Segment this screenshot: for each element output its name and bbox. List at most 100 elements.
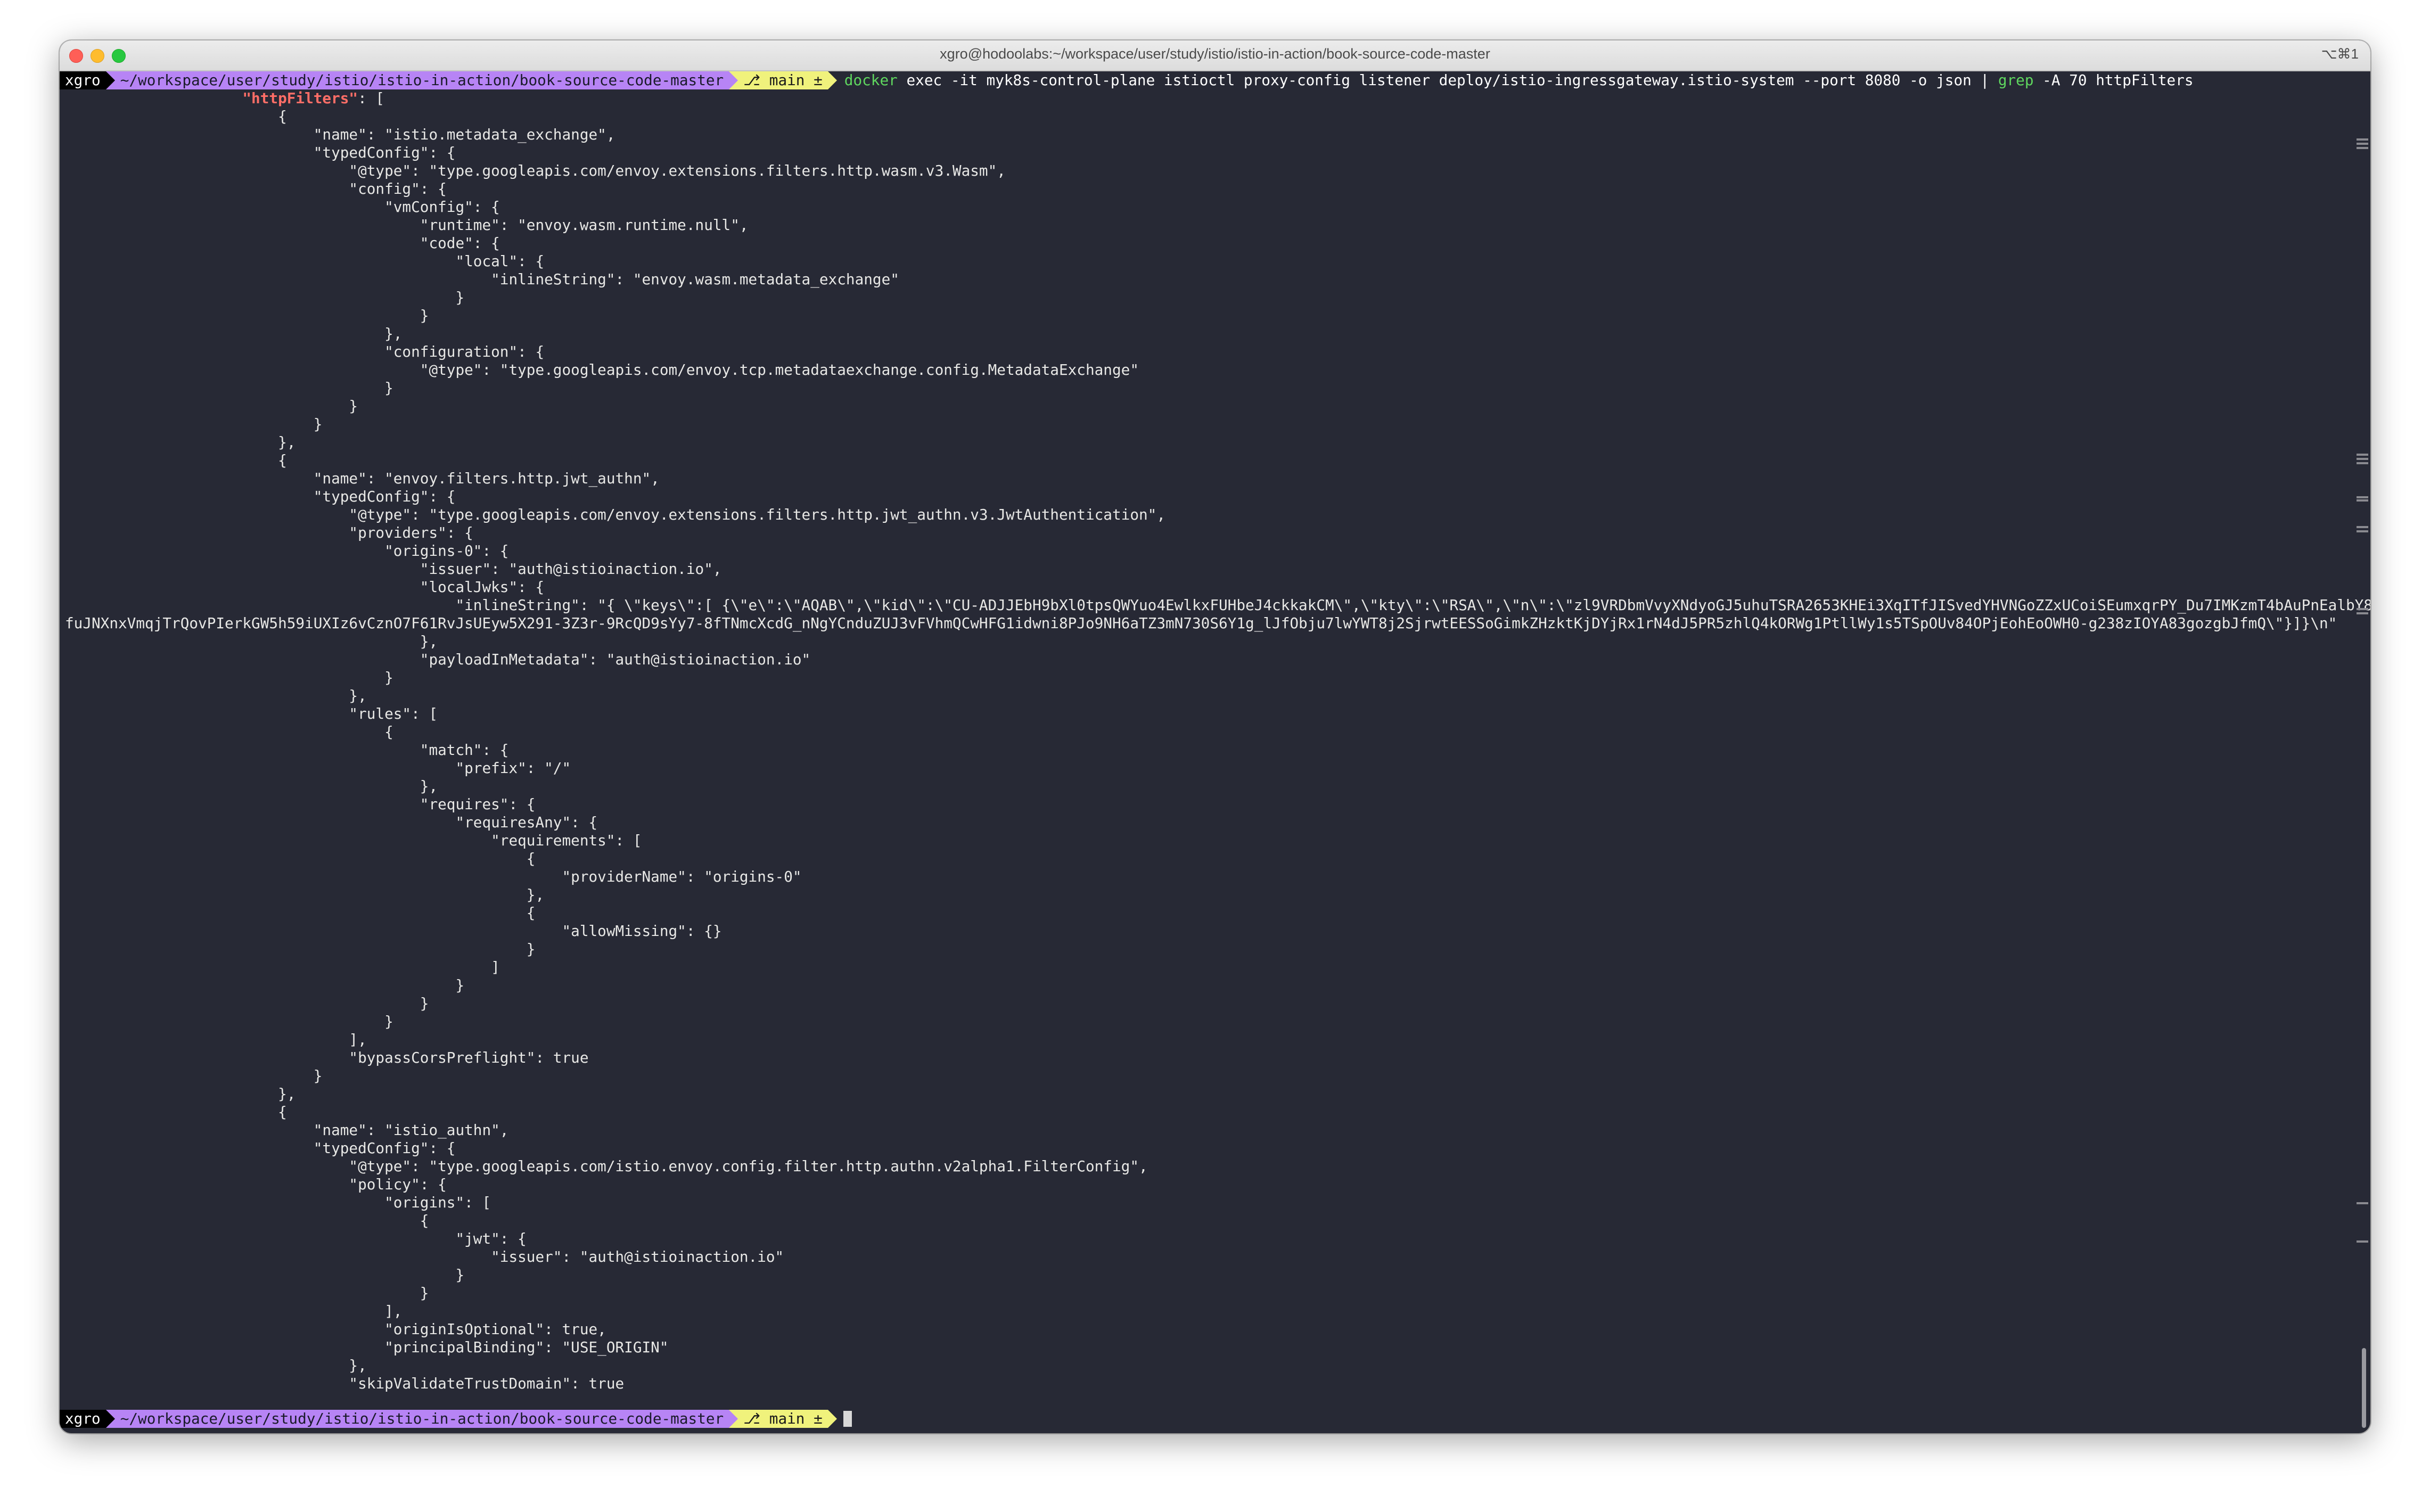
scroll-mark xyxy=(2357,496,2368,498)
output-line: "origins": [ xyxy=(65,1194,491,1211)
prompt-path: ~/workspace/user/study/istio/istio-in-ac… xyxy=(114,1410,729,1428)
output-line: "name": "istio.metadata_exchange", xyxy=(65,126,615,143)
output-line: "payloadInMetadata": "auth@istioinaction… xyxy=(65,651,811,668)
scroll-mark xyxy=(2357,462,2368,464)
prompt-user: xgro xyxy=(60,1410,106,1428)
output-line: { xyxy=(65,850,536,867)
output-line: } xyxy=(65,1266,465,1284)
command-grep: grep xyxy=(1998,71,2034,89)
output-line: "configuration": { xyxy=(65,343,545,360)
output-line: "config": { xyxy=(65,180,447,198)
output-line: }, xyxy=(65,433,296,451)
output-line: "@type": "type.googleapis.com/istio.envo… xyxy=(65,1157,1148,1175)
prompt-separator-icon xyxy=(827,1410,837,1428)
scroll-mark xyxy=(2357,530,2368,532)
output-line: } xyxy=(65,307,429,324)
command-args: exec -it myk8s-control-plane istioctl pr… xyxy=(897,71,1998,89)
output-line: "issuer": "auth@istioinaction.io", xyxy=(65,560,722,578)
scroll-mark xyxy=(2357,147,2368,149)
output-line: "name": "envoy.filters.http.jwt_authn", xyxy=(65,470,660,487)
scroll-mark xyxy=(2357,612,2368,614)
command-text: docker exec -it myk8s-control-plane isti… xyxy=(837,71,2194,89)
output-line: "policy": { xyxy=(65,1176,447,1193)
output-line: }, xyxy=(65,1085,296,1103)
scroll-mark xyxy=(2357,138,2368,141)
output-line: ], xyxy=(65,1031,367,1048)
terminal-window: xgro@hodoolabs:~/workspace/user/study/is… xyxy=(60,40,2370,1433)
output-line: } xyxy=(65,397,358,415)
output-line: } xyxy=(65,379,393,397)
output-line: } xyxy=(65,940,536,958)
window-shortcut: ⌥⌘1 xyxy=(2321,46,2359,62)
output-line: } xyxy=(65,995,429,1012)
active-command-prompt[interactable]: xgro ~/workspace/user/study/istio/istio-… xyxy=(60,1410,852,1428)
output-line: ] xyxy=(65,958,500,976)
prompt-path: ~/workspace/user/study/istio/istio-in-ac… xyxy=(114,71,729,89)
prompt-separator-icon xyxy=(827,71,837,89)
output-line: } xyxy=(65,1013,393,1030)
output-line: "principalBinding": "USE_ORIGIN" xyxy=(65,1338,669,1356)
output-line: "name": "istio_authn", xyxy=(65,1121,509,1139)
command-tail: -A 70 httpFilters xyxy=(2033,71,2194,89)
output-line: "allowMissing": {} xyxy=(65,922,722,940)
title-bar: xgro@hodoolabs:~/workspace/user/study/is… xyxy=(60,40,2370,71)
prompt-git-branch: ⎇ main ± xyxy=(738,71,828,89)
output-line: "requires": { xyxy=(65,795,536,813)
output-line: "typedConfig": { xyxy=(65,144,456,161)
output-line: "requirements": [ xyxy=(65,832,642,849)
scroll-mark xyxy=(2357,1240,2368,1243)
output-line: { xyxy=(65,108,287,125)
terminal-content[interactable]: xgro ~/workspace/user/study/istio/istio-… xyxy=(60,70,2370,1433)
output-line: "httpFilters": [ xyxy=(242,89,385,107)
text-cursor xyxy=(843,1411,852,1427)
prompt-git-branch: ⎇ main ± xyxy=(738,1410,828,1428)
scroll-mark xyxy=(2357,499,2368,502)
output-line: "inlineString": "envoy.wasm.metadata_exc… xyxy=(65,270,899,288)
output-line: { xyxy=(65,1212,429,1229)
output-line: ], xyxy=(65,1302,403,1320)
scrollbar-thumb[interactable] xyxy=(2362,1348,2366,1428)
output-line: "match": { xyxy=(65,741,509,759)
output-line: "originIsOptional": true, xyxy=(65,1320,606,1338)
output-line: { xyxy=(65,904,536,922)
output-line: "local": { xyxy=(65,252,545,270)
output-line: "origins-0": { xyxy=(65,542,509,560)
output-line: }, xyxy=(65,325,403,342)
output-line: "issuer": "auth@istioinaction.io" xyxy=(65,1248,784,1266)
grep-match: "httpFilters" xyxy=(242,89,358,107)
output-line: "@type": "type.googleapis.com/envoy.exte… xyxy=(65,162,1006,179)
output-line: fuJNXnxVmqjTrQovPIerkGW5h59iUXIz6vCznO7F… xyxy=(65,614,2337,632)
output-line: } xyxy=(65,669,393,686)
output-line: { xyxy=(65,451,287,469)
output-line: "bypassCorsPreflight": true xyxy=(65,1049,589,1066)
output-line: }, xyxy=(65,1357,367,1374)
output-line: } xyxy=(65,415,323,433)
prompt-user: xgro xyxy=(60,71,106,89)
output-line: "inlineString": "{ \"keys\":[ {\"e\":\"A… xyxy=(65,596,2370,614)
scroll-mark xyxy=(2357,608,2368,610)
prompt-separator-icon xyxy=(105,71,115,89)
output-line: "vmConfig": { xyxy=(65,198,500,216)
scroll-mark xyxy=(2357,526,2368,528)
output-line: "jwt": { xyxy=(65,1230,527,1247)
output-line: }, xyxy=(65,777,438,795)
command-docker: docker xyxy=(844,71,898,89)
prompt-separator-icon xyxy=(729,1410,738,1428)
output-line: "@type": "type.googleapis.com/envoy.exte… xyxy=(65,506,1165,523)
output-line: "@type": "type.googleapis.com/envoy.tcp.… xyxy=(65,361,1139,379)
scrollbar[interactable] xyxy=(2355,70,2368,1433)
output-line: "typedConfig": { xyxy=(65,1139,456,1157)
output-line: } xyxy=(65,976,465,994)
output-line: "code": { xyxy=(65,234,500,252)
output-line: }, xyxy=(65,687,367,704)
output-line: "typedConfig": { xyxy=(65,488,456,505)
scroll-mark xyxy=(2357,458,2368,460)
output-line: "providers": { xyxy=(65,524,473,541)
scroll-mark xyxy=(2357,454,2368,456)
output-line: { xyxy=(65,1103,287,1121)
output-line: "prefix": "/" xyxy=(65,759,571,777)
output-line: "providerName": "origins-0" xyxy=(65,868,802,885)
output-line: { xyxy=(65,723,393,741)
output-line: } xyxy=(65,289,465,306)
output-line: } xyxy=(65,1067,323,1084)
